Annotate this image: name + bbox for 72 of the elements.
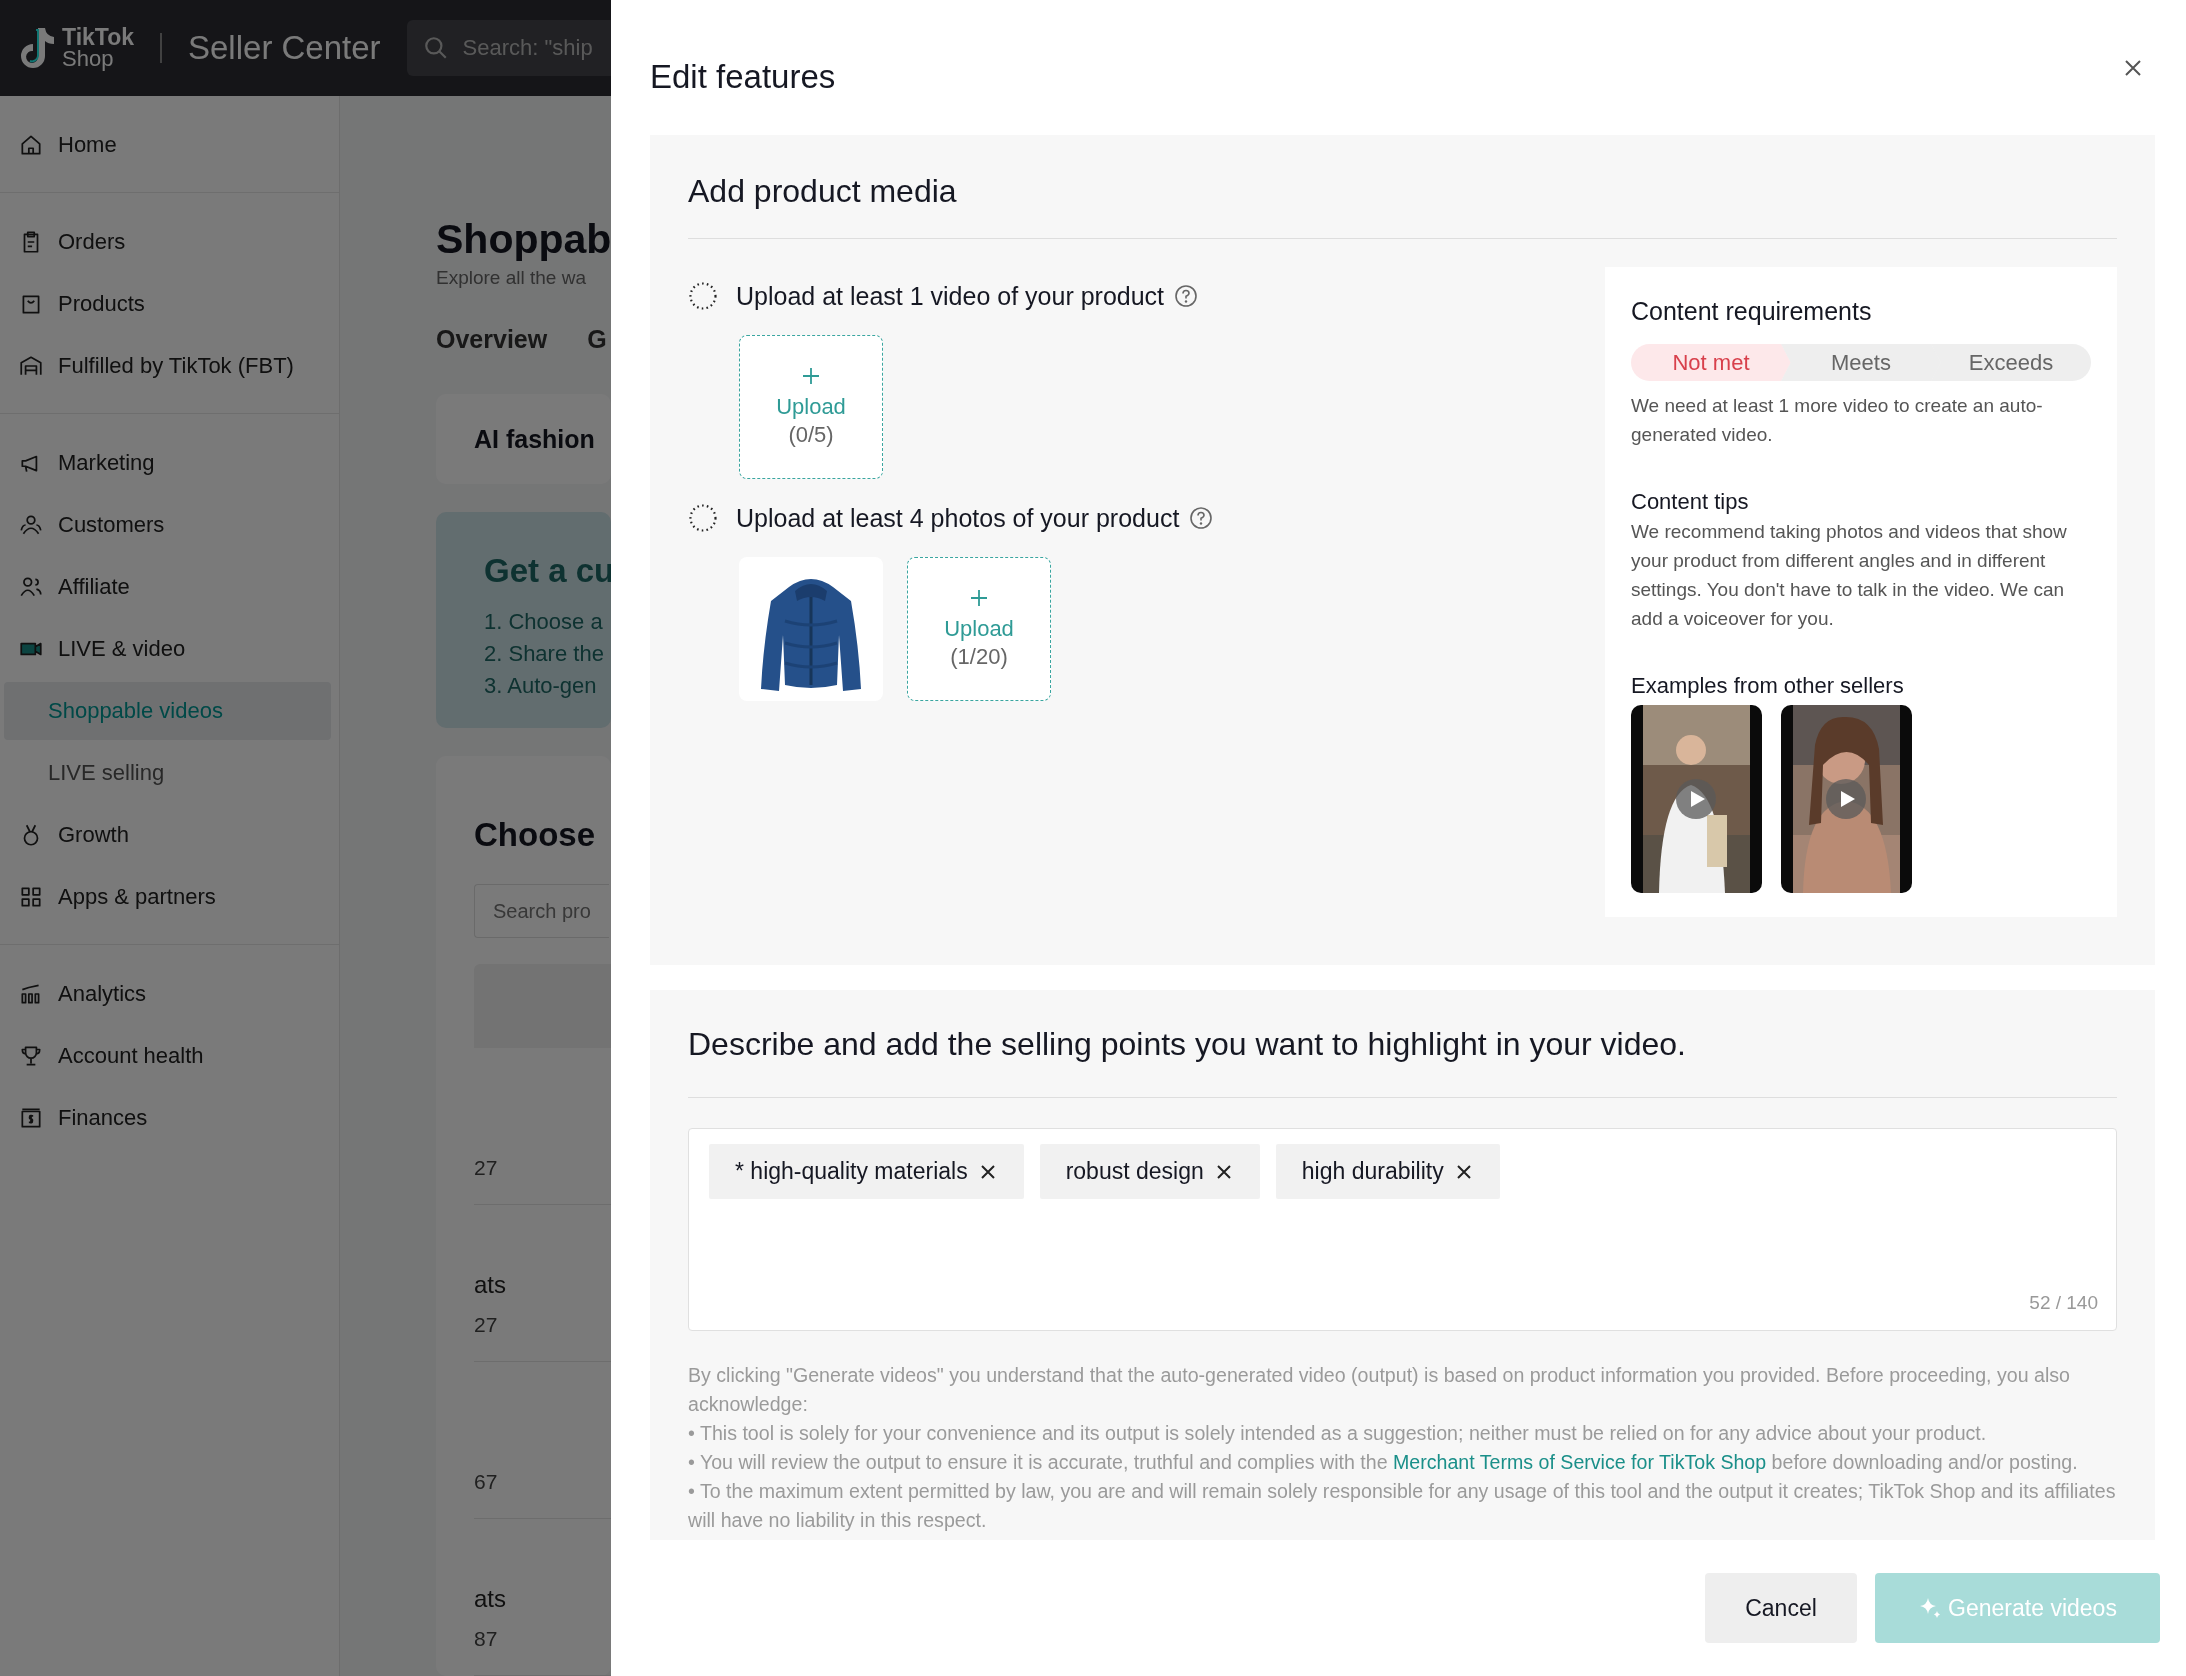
product-search-field[interactable]: Search pro	[474, 884, 609, 938]
terms-link[interactable]: Merchant Terms of Service for TikTok Shop	[1393, 1451, 1767, 1473]
close-icon[interactable]	[2123, 58, 2143, 78]
table-cell: ats	[474, 1585, 506, 1613]
sidebar-item[interactable]: Apps & partners	[4, 868, 331, 926]
table-cell: 27	[474, 1156, 498, 1180]
sidebar-item[interactable]: Marketing	[4, 434, 331, 492]
tips-title: Content tips	[1631, 489, 1750, 515]
sidebar-item[interactable]: Affiliate	[4, 558, 331, 616]
disclaimer-bullet: • You will review the output to ensure it is accurate, truthful and complies with the Merchant Terms of Service for TikTok Shop before downloading and/or posting.	[688, 1450, 2079, 1475]
play-icon[interactable]	[1676, 779, 1716, 819]
section-title: Describe and add the selling points you want to highlight in your video.	[688, 1026, 1687, 1063]
upload-button[interactable]: Upload (0/5)	[739, 335, 883, 479]
selling-points-field[interactable]: * high-quality materials robust design high durability 52 / 140	[688, 1128, 2117, 1331]
sidebar-item[interactable]: Finances	[4, 1089, 331, 1147]
section-title: Add product media	[688, 173, 958, 210]
disclaimer-bullet: • To the maximum extent permitted by law, you are and will remain solely responsible for any usage of this tool and the output it creates; TikTok Shop and its affiliates will have no liability in this respect.	[688, 1479, 2117, 1533]
tag-label: robust design	[1065, 1158, 1204, 1185]
sidebar-item[interactable]: Home	[4, 116, 331, 174]
status-step: Not met	[1631, 344, 1791, 381]
tips-text: We recommend taking photos and videos that show your product from different angles and in different settings. You don't have to talk in the video. We can add a voiceover for you.	[1631, 520, 2068, 631]
play-icon[interactable]	[1826, 779, 1866, 819]
page-subtitle: Explore all the wa	[436, 267, 586, 289]
remove-icon[interactable]	[979, 1163, 996, 1180]
dollar-icon	[18, 1105, 44, 1131]
examples-title: Examples from other sellers	[1631, 673, 1905, 699]
help-icon[interactable]	[1189, 506, 1214, 530]
upload-button[interactable]: Upload (1/20)	[907, 557, 1051, 701]
logo-text: Shop	[62, 48, 115, 70]
promo-step: 2. Share the	[484, 638, 604, 671]
status-step: Meets	[1781, 344, 1941, 381]
tag-label: high durability	[1301, 1158, 1444, 1185]
tag-label: * high-quality materials	[735, 1158, 968, 1185]
sidebar-item[interactable]: Customers	[4, 496, 331, 554]
trophy-icon	[18, 1043, 44, 1069]
status-text: We need at least 1 more video to create an auto-generated video.	[1631, 394, 2044, 447]
disclaimer-bullet: • This tool is solely for your convenience and its output is solely intended as a suggestion; neither must be relied on for any advice about your product.	[688, 1421, 1988, 1446]
status-step: Exceeds	[1931, 344, 2091, 381]
search-icon	[422, 35, 449, 61]
table-cell: 67	[474, 1470, 498, 1494]
app-title: Seller Center	[188, 29, 381, 67]
sidebar-item[interactable]: Account health	[4, 1027, 331, 1085]
cancel-button[interactable]: Cancel	[1705, 1573, 1857, 1643]
card-title: Content requirements	[1631, 297, 1873, 326]
sidebar-item[interactable]: LIVE & video	[4, 620, 331, 678]
sidebar-item[interactable]: Growth	[4, 806, 331, 864]
table-cell: 27	[474, 1313, 498, 1337]
plus-icon	[969, 588, 989, 608]
promo-step: 1. Choose a	[484, 606, 603, 639]
sidebar-item[interactable]: Fulfilled by TikTok (FBT)	[4, 337, 331, 395]
page-tab[interactable]: G	[587, 325, 607, 354]
character-count: 52 / 140	[2029, 1292, 2098, 1314]
remove-icon[interactable]	[1455, 1163, 1472, 1180]
sidebar-item[interactable]: Analytics	[4, 965, 331, 1023]
sidebar-item[interactable]: LIVE selling	[4, 744, 331, 802]
remove-icon[interactable]	[1215, 1163, 1232, 1180]
table-cell: ats	[474, 1271, 506, 1299]
promo-step: 3. Auto-gen	[484, 670, 597, 703]
page-tab[interactable]: Overview	[436, 325, 548, 354]
feature-card[interactable]: AI fashion	[436, 394, 611, 485]
plus-icon	[801, 366, 821, 386]
page-title: Shoppab	[436, 216, 611, 263]
requirement-title: Upload at least 1 video of your product	[736, 281, 1165, 311]
chooser-title: Choose	[474, 816, 595, 854]
sidebar-item[interactable]: Orders	[4, 213, 331, 271]
grid-icon	[18, 884, 44, 910]
logo-text: TikTok	[62, 26, 134, 48]
help-icon[interactable]	[1174, 284, 1199, 308]
sidebar-item[interactable]: Products	[4, 275, 331, 333]
disclaimer-text: By clicking "Generate videos" you understand that the auto-generated video (output) is based on product information you provided. Before proceeding, you also acknowledge:	[688, 1363, 2071, 1417]
requirement-title: Upload at least 4 photos of your product	[736, 503, 1180, 533]
table-cell: 87	[474, 1627, 498, 1651]
